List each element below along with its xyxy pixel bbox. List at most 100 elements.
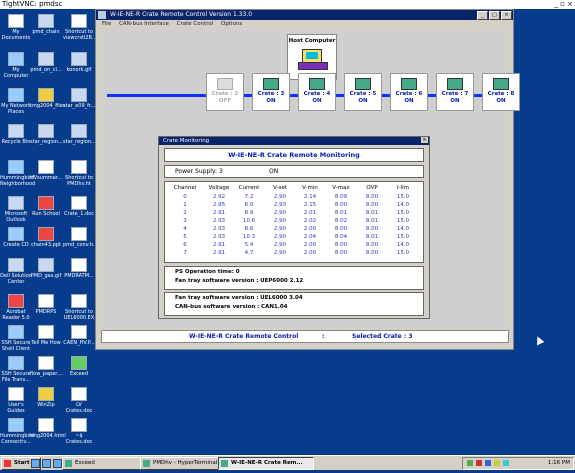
desktop-icon[interactable]: CAEN_HV.P...: [63, 325, 95, 346]
desktop-icon-label: star_e09_fr...: [63, 103, 96, 109]
desktop-icon[interactable]: PMD_gas.gif: [30, 258, 62, 279]
file-icon: [38, 325, 54, 339]
crate-state: ON: [496, 98, 506, 104]
crate-node[interactable]: Crate : 3 ON: [252, 73, 290, 111]
tray-network-icon[interactable]: [467, 460, 473, 466]
monitoring-title: Crate Monitoring: [163, 138, 210, 144]
desktop-icon[interactable]: My Documents: [0, 14, 32, 41]
menu-crate-control[interactable]: Crate Control: [177, 21, 214, 27]
desktop-icon[interactable]: pmd_on_cl...: [30, 52, 62, 73]
desktop-icon[interactable]: Create CD: [0, 227, 32, 248]
desktop-icon[interactable]: PMDRPS: [30, 294, 62, 315]
file-icon: [38, 227, 54, 241]
crate-icon: [217, 78, 233, 90]
status-bar: W-IE-NE-R Crate Remote Control : Selecte…: [101, 330, 509, 343]
desktop-icon[interactable]: SSH Secure Shell Client: [0, 325, 32, 352]
monitoring-title-bar[interactable]: Crate Monitoring ×: [159, 137, 429, 145]
desktop-icon[interactable]: Acrobat Reader 5.0: [0, 294, 32, 321]
crate-label: Crate : 5: [349, 91, 377, 97]
table-cell: 14.0: [396, 226, 410, 232]
desktop-icon[interactable]: User's Guides: [0, 387, 32, 414]
table-cell: 15.0: [396, 194, 410, 200]
desktop-icon[interactable]: pmd_conv.h...: [63, 227, 98, 248]
desktop-icon-label: PMDRPS: [35, 309, 57, 315]
menu-file[interactable]: File: [102, 21, 111, 27]
desktop-icon[interactable]: flow_paper....: [30, 356, 63, 377]
table-cell: 5: [183, 234, 187, 240]
minimize-button[interactable]: _: [477, 11, 488, 20]
desktop-icon[interactable]: WinZip: [30, 387, 62, 408]
desktop-icon[interactable]: My Computer: [0, 52, 32, 79]
desktop-icon-label: Hummingbird Neighborhood: [0, 175, 36, 187]
desktop-icon[interactable]: star_region...: [30, 124, 63, 145]
desktop-icon[interactable]: LV Crates.doc: [63, 387, 95, 414]
tray-security-icon[interactable]: [476, 460, 482, 466]
crate-node[interactable]: Crate : 2 OFF: [206, 73, 244, 111]
menu-can-bus-interface[interactable]: CAN-bus Interface: [119, 21, 169, 27]
crate-node[interactable]: Crate : 4 ON: [298, 73, 336, 111]
desktop-icon[interactable]: Exceed: [63, 356, 95, 377]
status-separator: :: [322, 333, 325, 340]
system-tray: 1:16 PM: [462, 457, 574, 470]
desktop-icon-label: My Computer: [3, 67, 29, 79]
close-button[interactable]: ×: [501, 11, 512, 20]
desktop-icon[interactable]: My Network Places: [0, 88, 32, 115]
tray-app-icon[interactable]: [503, 460, 509, 466]
file-icon: [38, 88, 54, 102]
desktop-icon[interactable]: Recycle Bin: [0, 124, 32, 145]
desktop-icon[interactable]: Shortcut to UEL6000.EX: [63, 294, 95, 321]
desktop-icon[interactable]: Hummingbird Connectiv...: [0, 418, 35, 445]
desktop-icon[interactable]: tmg2004_files: [30, 88, 65, 109]
desktop-icon[interactable]: Hummingbird Neighborhood: [0, 160, 36, 187]
desktop-icon[interactable]: Crate_1.doc: [63, 196, 95, 217]
crate-node[interactable]: Crate : 5 ON: [344, 73, 382, 111]
file-icon: [71, 356, 87, 370]
file-icon: [71, 294, 87, 308]
file-icon: [8, 227, 24, 241]
desktop-icon[interactable]: konork.gif: [63, 52, 95, 73]
desktop-icon[interactable]: Run School: [30, 196, 62, 217]
menu-options[interactable]: Options: [221, 21, 242, 27]
crate-icon: [309, 78, 325, 90]
taskbar-item[interactable]: W-IE-NE-R Crate Rem...: [218, 457, 314, 470]
desktop-icon[interactable]: ~$ Crates.doc: [63, 418, 95, 445]
file-icon: [38, 356, 54, 370]
table-row: 7 2.91 4.7 2.90 2.00 8.00 8.00 15.0: [165, 250, 423, 257]
desktop-icon[interactable]: pmd_chain: [30, 14, 62, 35]
desktop-icon[interactable]: Dell Solution Center: [0, 258, 32, 285]
desktop-icon[interactable]: Shortcut to PMDhv.ht: [63, 160, 95, 187]
tray-volume-icon[interactable]: [494, 460, 500, 466]
status-app-name: W-IE-NE-R Crate Remote Control: [189, 333, 299, 340]
desktop-icon[interactable]: tmg2004.html: [30, 418, 66, 439]
desktop-icon[interactable]: SSH Secure File Trans...: [0, 356, 32, 383]
desktop-icon[interactable]: Shortcut to viewcrstl2B...: [63, 14, 97, 41]
taskbar-item[interactable]: PMDhv - HyperTerminal: [140, 457, 228, 470]
crate-monitoring-window: Crate Monitoring × W-IE-NE-R Crate Remot…: [158, 136, 430, 319]
file-icon: [71, 418, 87, 432]
desktop-icon[interactable]: chain43.ppt: [30, 227, 62, 248]
browser-icon[interactable]: [42, 459, 51, 468]
desktop-icon-label: Hummingbird Connectiv...: [0, 433, 35, 445]
crate-node[interactable]: Crate : 7 ON: [436, 73, 474, 111]
taskbar-item[interactable]: Exceed: [62, 457, 150, 470]
outlook-icon[interactable]: [53, 459, 62, 468]
desktop-icon[interactable]: PMDRATM...: [63, 258, 95, 279]
desktop-icon[interactable]: Tell Me How: [30, 325, 62, 346]
maximize-button[interactable]: □: [489, 11, 500, 20]
desktop-shortcut-icon[interactable]: [31, 459, 40, 468]
app-title-bar[interactable]: W-IE-NE-R Crate Remote Control Version 1…: [96, 10, 513, 20]
crate-node[interactable]: Crate : 8 ON: [482, 73, 520, 111]
desktop-icon-label: SSH Secure File Trans...: [1, 371, 31, 383]
desktop-icon[interactable]: star_region...: [63, 124, 96, 145]
clock[interactable]: 1:16 PM: [548, 458, 570, 469]
fan-software-colon: :: [256, 295, 259, 301]
vnc-window-controls[interactable]: _ ▫ ×: [554, 0, 573, 9]
crate-state: ON: [358, 98, 368, 104]
tray-vnc-icon[interactable]: [485, 460, 491, 466]
desktop-icon[interactable]: HVsummar...: [30, 160, 62, 181]
crate-node[interactable]: Crate : 6 ON: [390, 73, 428, 111]
desktop-icon-label: Exceed: [69, 371, 89, 377]
desktop-icon[interactable]: Microsoft Outlook: [0, 196, 32, 223]
desktop-icon[interactable]: star_e09_fr...: [63, 88, 95, 109]
monitoring-close-button[interactable]: ×: [421, 137, 428, 143]
